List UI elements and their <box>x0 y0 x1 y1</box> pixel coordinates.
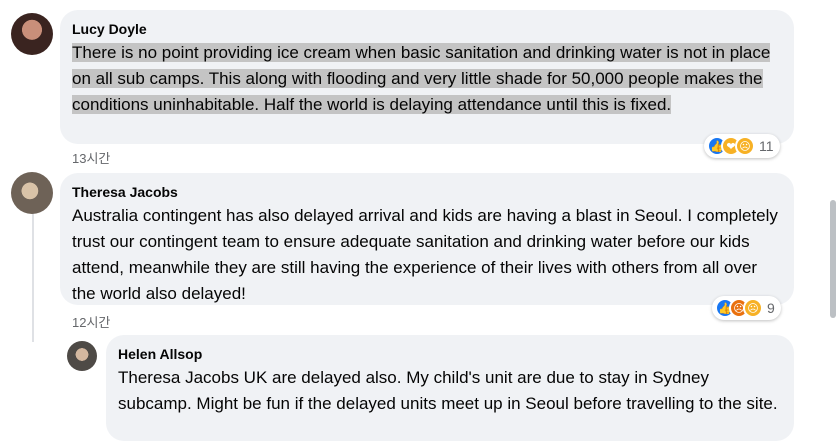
sad-icon: ☹ <box>735 136 755 156</box>
avatar[interactable] <box>11 13 53 55</box>
comment-timestamp[interactable]: 12시간 <box>72 312 110 331</box>
comment-text: There is no point providing ice cream wh… <box>72 40 782 118</box>
selected-text: There is no point providing ice cream wh… <box>72 43 771 114</box>
reaction-count: 11 <box>759 138 774 154</box>
avatar[interactable] <box>67 341 97 371</box>
comment-text: Theresa Jacobs UK are delayed also. My c… <box>118 368 778 413</box>
scrollbar-thumb[interactable] <box>830 200 836 318</box>
reply-thread-line <box>32 212 34 342</box>
avatar[interactable] <box>11 172 53 214</box>
comment-bubble: Lucy Doyle There is no point providing i… <box>60 10 794 144</box>
reply-bubble: Helen Allsop Theresa Jacobs UK are delay… <box>106 335 794 441</box>
comment-timestamp[interactable]: 13시간 <box>72 148 110 167</box>
comment-author[interactable]: Lucy Doyle <box>72 20 782 38</box>
reaction-summary[interactable]: 👍 ☹ ☹ 9 <box>712 296 781 320</box>
comment-text: Australia contingent has also delayed ar… <box>72 206 778 303</box>
reaction-summary[interactable]: 👍 ❤ ☹ 11 <box>704 134 780 158</box>
comment-bubble: Theresa Jacobs Australia contingent has … <box>60 173 794 305</box>
sad-icon: ☹ <box>743 298 763 318</box>
comment-author[interactable]: Helen Allsop <box>118 345 782 363</box>
comment-author[interactable]: Theresa Jacobs <box>72 183 782 201</box>
reaction-count: 9 <box>767 300 775 316</box>
